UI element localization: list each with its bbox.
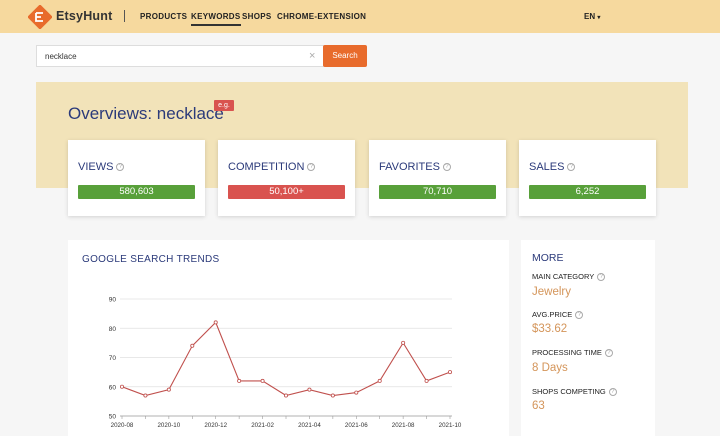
favorites-value: 70,710 xyxy=(379,185,496,199)
help-icon[interactable]: ? xyxy=(567,163,575,171)
x-tick-label: 2021-02 xyxy=(251,422,274,429)
data-point xyxy=(448,371,451,374)
help-icon[interactable]: ? xyxy=(575,311,583,319)
language-selector[interactable]: EN ▾ xyxy=(584,12,600,21)
nav-keywords[interactable]: KEYWORDS xyxy=(191,12,241,26)
x-tick-label: 2020-12 xyxy=(204,422,227,429)
sales-label: SALES? xyxy=(529,161,575,173)
sales-card: SALES? 6,252 xyxy=(519,140,656,216)
nav-products[interactable]: PRODUCTS xyxy=(140,12,187,21)
more-title: MORE xyxy=(532,252,564,264)
data-point xyxy=(378,379,381,382)
y-tick-label: 70 xyxy=(109,355,117,362)
views-label: VIEWS? xyxy=(78,161,124,173)
sales-value: 6,252 xyxy=(529,185,646,199)
etsyhunt-logo-icon[interactable] xyxy=(28,5,52,29)
nav-shops[interactable]: SHOPS xyxy=(242,12,272,21)
brand-name[interactable]: EtsyHunt xyxy=(56,9,112,23)
x-tick-label: 2021-06 xyxy=(345,422,368,429)
data-point xyxy=(144,394,147,397)
clear-icon[interactable]: × xyxy=(309,50,315,62)
x-tick-label: 2021-08 xyxy=(392,422,415,429)
competition-value: 50,100+ xyxy=(228,185,345,199)
nav-divider xyxy=(124,10,125,22)
data-point xyxy=(238,379,241,382)
data-point xyxy=(261,379,264,382)
series-line xyxy=(122,322,450,395)
top-navigation-bar: EtsyHunt PRODUCTS KEYWORDS SHOPS CHROME-… xyxy=(0,0,720,33)
shops-competing-value: 63 xyxy=(532,400,545,412)
data-point xyxy=(284,394,287,397)
help-icon[interactable]: ? xyxy=(116,163,124,171)
google-search-trends-panel: GOOGLE SEARCH TRENDS 50607080902020-0820… xyxy=(68,240,509,436)
avg-price-value: $33.62 xyxy=(532,323,567,335)
overview-title: Overviews: necklace xyxy=(68,104,224,124)
data-point xyxy=(167,388,170,391)
trends-line-chart: 50 60 70 80 90 2020-08 2020-10 2020-12 2021-02 20… xyxy=(68,240,509,436)
example-badge: e.g. xyxy=(214,100,234,111)
data-point xyxy=(425,379,428,382)
x-tick-label: 2020-08 xyxy=(111,422,134,429)
help-icon[interactable]: ? xyxy=(443,163,451,171)
x-tick-label: 2021-04 xyxy=(298,422,321,429)
x-tick-label: 2020-10 xyxy=(157,422,180,429)
shops-competing-label: SHOPS COMPETING? xyxy=(532,387,617,396)
y-tick-label: 60 xyxy=(109,384,117,391)
y-tick-label: 80 xyxy=(109,326,117,333)
nav-chrome-extension[interactable]: CHROME-EXTENSION xyxy=(277,12,366,21)
data-point xyxy=(214,321,217,324)
data-point xyxy=(355,391,358,394)
competition-label: COMPETITION? xyxy=(228,161,315,173)
more-panel: MORE MAIN CATEGORY? Jewelry AVG.PRICE? $… xyxy=(521,240,655,436)
search-button[interactable]: Search xyxy=(323,45,367,67)
x-tick-label: 2021-10 xyxy=(439,422,462,429)
favorites-label: FAVORITES? xyxy=(379,161,451,173)
y-tick-label: 50 xyxy=(109,414,117,421)
data-point xyxy=(308,388,311,391)
main-category-label: MAIN CATEGORY? xyxy=(532,272,605,281)
y-tick-label: 90 xyxy=(109,297,117,304)
chevron-down-icon: ▾ xyxy=(597,15,600,21)
favorites-card: FAVORITES? 70,710 xyxy=(369,140,506,216)
data-point xyxy=(191,344,194,347)
help-icon[interactable]: ? xyxy=(597,273,605,281)
views-card: VIEWS? 580,603 xyxy=(68,140,205,216)
help-icon[interactable]: ? xyxy=(609,388,617,396)
search-input[interactable] xyxy=(36,45,324,67)
data-point xyxy=(331,394,334,397)
main-category-value: Jewelry xyxy=(532,286,571,298)
processing-time-value: 8 Days xyxy=(532,362,568,374)
avg-price-label: AVG.PRICE? xyxy=(532,310,583,319)
data-point xyxy=(402,341,405,344)
language-value: EN xyxy=(584,12,595,21)
data-point xyxy=(120,385,123,388)
help-icon[interactable]: ? xyxy=(307,163,315,171)
views-value: 580,603 xyxy=(78,185,195,199)
help-icon[interactable]: ? xyxy=(605,349,613,357)
processing-time-label: PROCESSING TIME? xyxy=(532,348,613,357)
competition-card: COMPETITION? 50,100+ xyxy=(218,140,355,216)
